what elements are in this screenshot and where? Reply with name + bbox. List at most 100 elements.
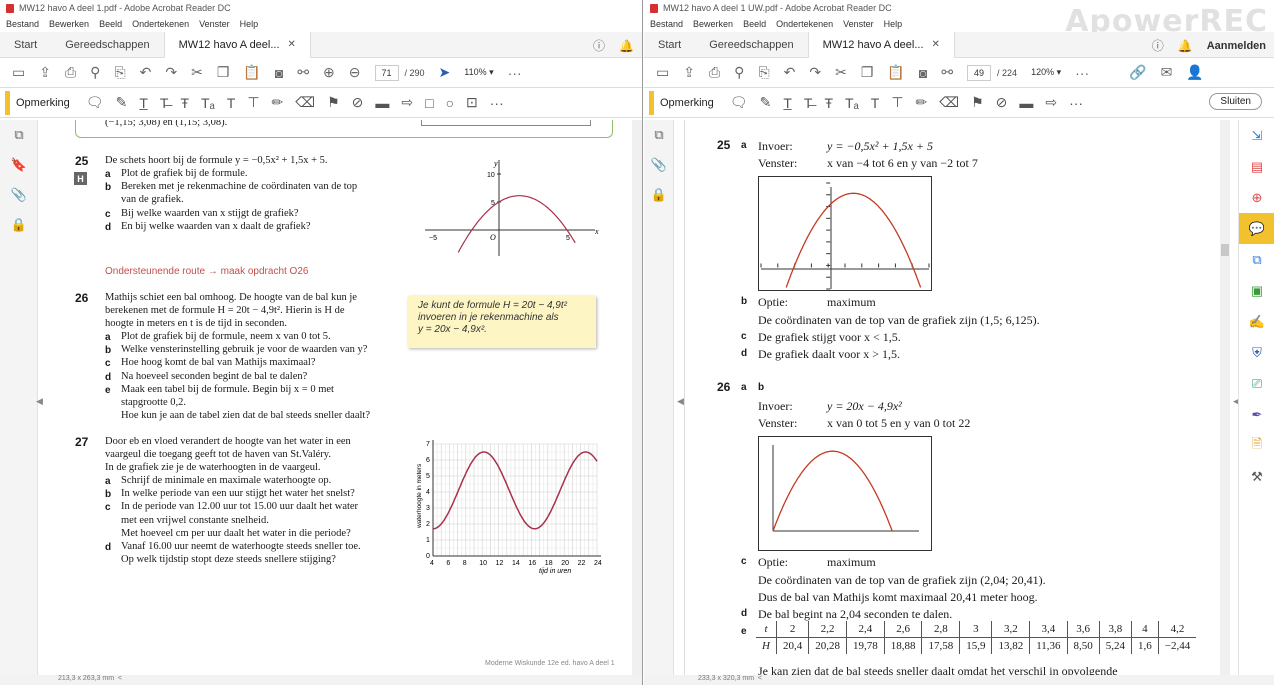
insert-text-icon[interactable]: Tₐ <box>845 95 859 111</box>
text-box-icon[interactable]: ⊤ <box>247 94 259 111</box>
collapse-left-icon[interactable]: ◀ <box>36 396 43 407</box>
zoom-select[interactable]: 120% ▾ <box>1031 67 1061 78</box>
menu-ondertekenen[interactable]: Ondertekenen <box>132 19 189 29</box>
help-icon[interactable]: ⓘ <box>593 37 605 54</box>
attachment-icon[interactable]: 📎 <box>644 150 674 180</box>
tab-tools[interactable]: Gereedschappen <box>51 32 163 58</box>
select-cursor-icon[interactable]: ➤ <box>439 64 451 81</box>
snapshot-icon[interactable]: ◙ <box>919 65 927 81</box>
menu-bewerken[interactable]: Bewerken <box>49 19 89 29</box>
menu-help[interactable]: Help <box>240 19 259 29</box>
more-tools-icon[interactable]: ··· <box>490 95 504 111</box>
strikethrough-icon[interactable]: T̶ <box>804 95 813 111</box>
share-icon[interactable]: ⎘ <box>758 64 769 81</box>
page-number-input[interactable]: 71 <box>374 64 399 81</box>
copy-icon[interactable]: ❐ <box>217 64 230 81</box>
close-tab-icon[interactable]: ✕ <box>288 39 296 50</box>
stamp-icon[interactable]: ⚑ <box>971 94 984 111</box>
menu-bestand[interactable]: Bestand <box>6 19 39 29</box>
cut-icon[interactable]: ✂ <box>835 64 847 81</box>
redo-icon[interactable]: ↷ <box>809 64 821 81</box>
snapshot-icon[interactable]: ◙ <box>275 65 283 81</box>
right-scrollbar[interactable] <box>1220 120 1230 675</box>
underline-icon[interactable]: T̲ <box>783 95 792 111</box>
arrow-icon[interactable]: ⇨ <box>401 94 413 111</box>
export-pdf-icon[interactable]: ⇲ <box>1239 120 1274 151</box>
clipboard-icon[interactable]: 📋 <box>243 64 260 81</box>
stamp-icon[interactable]: ⚑ <box>327 94 340 111</box>
underline-icon[interactable]: T̲ <box>139 95 148 111</box>
highlight-icon[interactable]: ✎ <box>116 94 128 111</box>
send-for-review-icon[interactable]: 🗎 <box>1239 430 1274 461</box>
pages-icon[interactable]: ⧉ <box>644 120 674 150</box>
fill-sign-icon[interactable]: ✍ <box>1239 306 1274 337</box>
menu-beeld[interactable]: Beeld <box>99 19 122 29</box>
support-route-link[interactable]: Ondersteunende route → maak opdracht O26 <box>105 266 308 277</box>
organize-pages-icon[interactable]: ▤ <box>1239 151 1274 182</box>
text-box-icon[interactable]: ⊤ <box>891 94 903 111</box>
sticky-note-icon[interactable]: 🗨 <box>86 94 104 111</box>
replace-text-icon[interactable]: Ŧ <box>180 95 189 111</box>
redo-icon[interactable]: ↷ <box>165 64 177 81</box>
protect-icon[interactable]: ⛨ <box>1239 337 1274 368</box>
bell-icon[interactable]: 🔔 <box>1178 39 1193 53</box>
share-icon[interactable]: ⎘ <box>114 64 125 81</box>
pencil-icon[interactable]: ✏ <box>916 94 928 111</box>
menu-ondertekenen[interactable]: Ondertekenen <box>776 19 833 29</box>
collapse-left-icon[interactable]: ◀ <box>677 396 684 407</box>
attachment-icon[interactable]: 📎 <box>0 180 38 210</box>
print-icon[interactable]: ⎙ <box>709 64 720 81</box>
tab-start[interactable]: Start <box>0 32 51 58</box>
tab-tools[interactable]: Gereedschappen <box>695 32 807 58</box>
more-icon[interactable]: ··· <box>508 65 522 81</box>
mail-icon[interactable]: ✉ <box>1161 64 1173 81</box>
cut-icon[interactable]: ✂ <box>191 64 203 81</box>
binoculars-icon[interactable]: ⚯ <box>941 64 953 81</box>
page-up-icon[interactable]: ⊕ <box>323 64 335 81</box>
attach-icon[interactable]: ⊘ <box>352 94 364 111</box>
menu-venster[interactable]: Venster <box>199 19 230 29</box>
menu-bestand[interactable]: Bestand <box>650 19 683 29</box>
copy-icon[interactable]: ❐ <box>861 64 874 81</box>
lock-icon[interactable]: 🔒 <box>0 210 38 240</box>
bell-icon[interactable]: 🔔 <box>619 39 634 53</box>
close-tab-icon[interactable]: ✕ <box>932 39 940 50</box>
pages-icon[interactable]: ⧉ <box>0 120 38 150</box>
more-tools-icon[interactable]: ··· <box>1069 95 1083 111</box>
replace-text-icon[interactable]: Ŧ <box>824 95 833 111</box>
rectangle-icon[interactable]: □ <box>425 95 433 111</box>
strikethrough-icon[interactable]: T̶ <box>160 95 169 111</box>
binoculars-icon[interactable]: ⚯ <box>297 64 309 81</box>
line-icon[interactable]: ▬ <box>375 95 389 111</box>
request-signature-icon[interactable]: ✒ <box>1239 399 1274 430</box>
more-tools-icon[interactable]: ⚒ <box>1239 461 1274 492</box>
attach-icon[interactable]: ⊘ <box>996 94 1008 111</box>
menu-beeld[interactable]: Beeld <box>743 19 766 29</box>
print-icon[interactable]: ⎙ <box>65 64 76 81</box>
oval-icon[interactable]: ○ <box>446 95 454 111</box>
tab-start[interactable]: Start <box>644 32 695 58</box>
menu-bewerken[interactable]: Bewerken <box>693 19 733 29</box>
pencil-icon[interactable]: ✏ <box>272 94 284 111</box>
search-icon[interactable]: ⚲ <box>734 64 744 81</box>
combine-files-icon[interactable]: ⧉ <box>1239 244 1274 275</box>
eraser-icon[interactable]: ⌫ <box>295 94 315 111</box>
arrow-icon[interactable]: ⇨ <box>1045 94 1057 111</box>
menu-venster[interactable]: Venster <box>843 19 874 29</box>
menu-help[interactable]: Help <box>884 19 903 29</box>
link-icon[interactable]: 🔗 <box>1129 64 1146 81</box>
insert-text-icon[interactable]: Tₐ <box>201 95 215 111</box>
edit-pdf-icon[interactable]: ▣ <box>1239 275 1274 306</box>
lock-icon[interactable]: 🔒 <box>644 180 674 210</box>
user-add-icon[interactable]: 👤 <box>1186 64 1203 81</box>
highlight-icon[interactable]: ✎ <box>760 94 772 111</box>
close-toolbar-button[interactable]: Sluiten <box>1209 93 1262 110</box>
scan-ocr-icon[interactable]: ⎚ <box>1239 368 1274 399</box>
comment-tool-icon[interactable]: 💬 <box>1239 213 1274 244</box>
create-pdf-icon[interactable]: ⊕ <box>1239 182 1274 213</box>
save-icon[interactable]: ▭ <box>12 64 25 81</box>
zoom-select[interactable]: 110% ▾ <box>464 67 493 78</box>
tab-document[interactable]: MW12 havo A deel... ✕ <box>163 31 311 58</box>
right-scroll-thumb[interactable] <box>1221 244 1229 256</box>
save-icon[interactable]: ▭ <box>656 64 669 81</box>
